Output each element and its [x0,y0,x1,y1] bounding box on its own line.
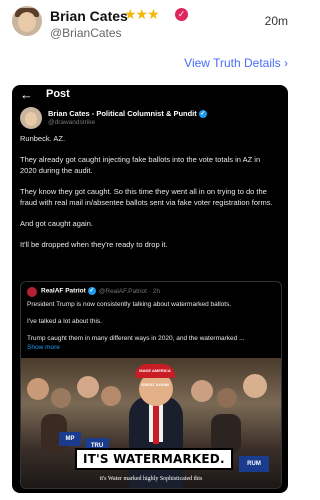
crowd-person [191,380,213,402]
post-paragraph: And got caught again. [20,219,93,228]
avatar-face [18,12,36,32]
post-paragraph: It'll be dropped when they're ready to d… [20,240,168,249]
embedded-post-topbar: ← Post [12,85,288,107]
crowd-person [77,376,99,398]
rally-sign-right: RUM [239,456,269,472]
quoted-line: President Trump is now consistently talk… [27,301,232,308]
post-paragraph: They already got caught injecting fake b… [20,155,261,175]
quoted-author-avatar[interactable] [27,287,37,297]
quoted-line: I've talked a lot about this. [27,318,102,325]
quoted-post-text: President Trump is now consistently talk… [27,300,275,352]
embedded-avatar-face [25,112,37,126]
speaker-tie [153,404,159,444]
author-handle[interactable]: @BrianCates [50,26,122,40]
view-truth-details-link[interactable]: View Truth Details › [184,56,288,70]
video-thumbnail[interactable]: MP TRU RUM MAKE AMERICA GREAT AGAIN IT'S… [21,358,281,488]
crowd-person [27,378,49,400]
avatar[interactable] [12,6,42,36]
quoted-author-name: RealAF Patriot [41,287,86,295]
post-timestamp: 20m [264,14,288,28]
post-header: Brian Cates ★★★ ✓ @BrianCates 20m [0,0,300,50]
quoted-post[interactable]: RealAF Patriot ✓ @RealAF.Patriot · 2h Pres… [20,281,282,489]
post-paragraph: They know they got caught. So this time … [20,187,273,207]
crowd-person [101,386,121,406]
embedded-post-card[interactable]: ← Post Brian Cates - Political Columnist… [12,85,288,493]
crowd-person [243,374,267,398]
star-rating-icon: ★★★ [124,6,160,22]
blue-check-icon: ✓ [87,287,96,295]
verified-badge-icon: ✓ [175,8,188,21]
embedded-author-handle[interactable]: @drawandstrike [48,119,95,126]
show-more-link[interactable]: Show more [27,344,60,351]
embedded-author-avatar[interactable] [20,107,42,129]
back-arrow-icon[interactable]: ← [20,87,33,102]
author-name[interactable]: Brian Cates [50,8,128,24]
crowd-person [217,388,237,408]
video-caption: IT'S WATERMARKED. [75,448,233,470]
blue-check-icon: ✓ [198,110,207,119]
crowd-person [51,388,71,408]
maga-hat: MAKE AMERICA GREAT AGAIN [135,364,175,387]
embedded-author-name-text: Brian Cates - Political Columnist & Pund… [48,109,197,118]
video-subtitle: it's Water marked highly Sophisticated t… [99,476,203,482]
embedded-author-name[interactable]: Brian Cates - Political Columnist & Pund… [48,109,207,119]
post-paragraph: Runbeck. AZ. [20,134,66,143]
embedded-post-label: Post [46,88,70,100]
quoted-author[interactable]: RealAF Patriot ✓ @RealAF.Patriot · 2h [41,287,160,295]
rally-sign-left: MP [59,432,81,446]
quoted-author-handle: @RealAF.Patriot · 2h [98,287,160,295]
quoted-line: Trump caught them in many different ways… [27,335,245,342]
embedded-post-body: Runbeck. AZ. They already got caught inj… [20,133,278,260]
